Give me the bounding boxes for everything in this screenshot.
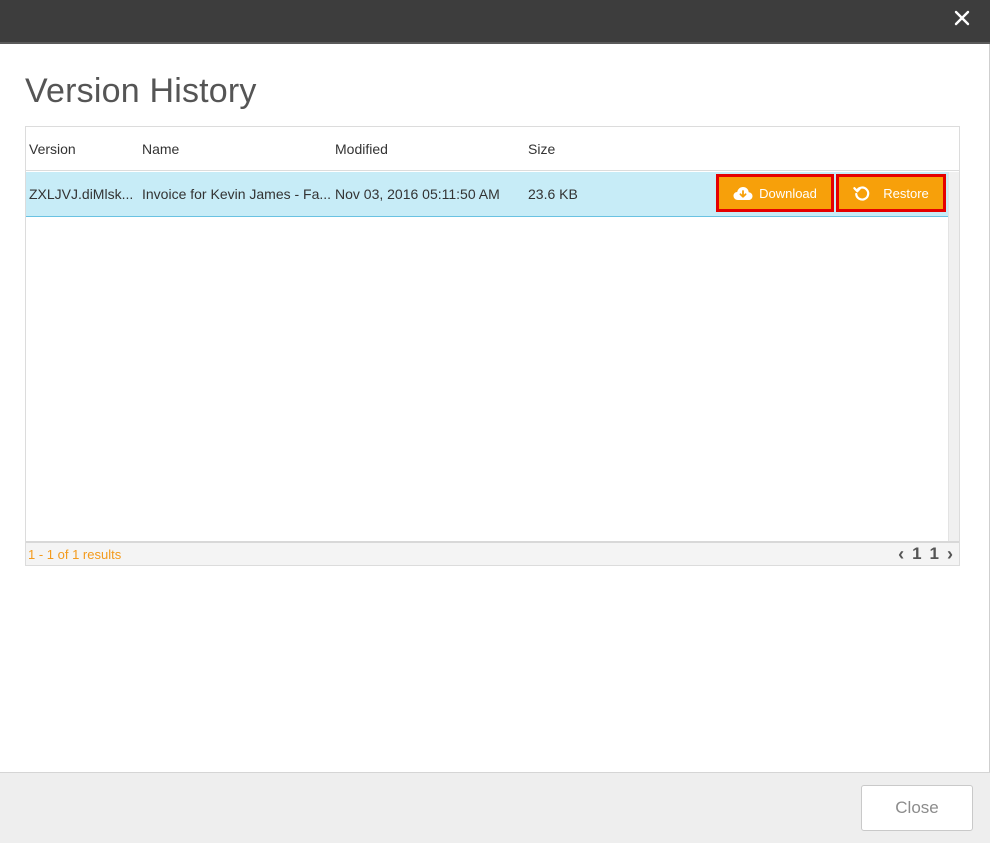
total-pages: 1 xyxy=(929,544,939,563)
column-header-version[interactable]: Version xyxy=(29,141,76,157)
restore-button[interactable]: Restore xyxy=(836,174,946,212)
next-page-button[interactable]: › xyxy=(947,544,953,565)
modified-cell: Nov 03, 2016 05:11:50 AM xyxy=(335,186,500,202)
close-button[interactable]: Close xyxy=(861,785,973,831)
restore-icon xyxy=(853,186,870,201)
version-cell: ZXLJVJ.diMlsk... xyxy=(29,186,134,202)
column-header-name[interactable]: Name xyxy=(142,141,179,157)
column-header-size[interactable]: Size xyxy=(528,141,555,157)
grid-footer: 1 - 1 of 1 results ‹ 1 1 › xyxy=(26,541,959,565)
version-history-dialog: Version History Version Name Modified Si… xyxy=(0,0,990,843)
grid-header: Version Name Modified Size xyxy=(26,127,959,171)
download-button-label: Download xyxy=(759,185,817,201)
current-page: 1 xyxy=(912,544,922,563)
dialog-titlebar xyxy=(0,0,990,44)
column-header-modified[interactable]: Modified xyxy=(335,141,388,157)
results-count: 1 - 1 of 1 results xyxy=(28,547,122,562)
page-title: Version History xyxy=(25,72,257,110)
close-icon[interactable] xyxy=(950,6,974,30)
restore-button-label: Restore xyxy=(883,185,929,201)
previous-page-button[interactable]: ‹ xyxy=(898,544,904,565)
pagination: ‹ 1 1 › xyxy=(898,543,953,565)
download-button[interactable]: Download xyxy=(716,174,834,212)
vertical-scrollbar[interactable] xyxy=(948,172,959,541)
dialog-footer: Close xyxy=(0,772,990,843)
size-cell: 23.6 KB xyxy=(528,186,578,202)
version-grid: Version Name Modified Size ZXLJVJ.diMlsk… xyxy=(25,126,960,566)
cloud-download-icon xyxy=(733,186,753,200)
table-row[interactable]: ZXLJVJ.diMlsk... Invoice for Kevin James… xyxy=(26,172,948,217)
name-cell: Invoice for Kevin James - Fa... xyxy=(142,186,332,202)
